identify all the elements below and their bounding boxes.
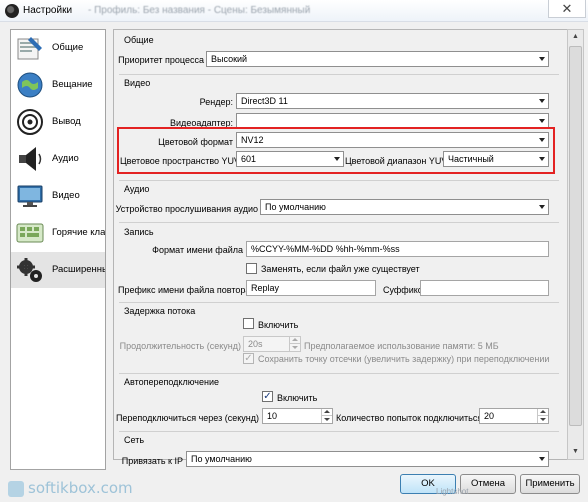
suffix-input[interactable]	[420, 280, 549, 296]
stream-delay-section-divider	[119, 302, 559, 303]
recording-section-title: Запись	[124, 227, 154, 237]
max-retries-label: Количество попыток подключиться	[336, 413, 483, 423]
process-priority-label: Приоритет процесса	[118, 55, 204, 65]
bind-ip-value: По умолчанию	[191, 454, 252, 464]
chevron-down-icon	[539, 57, 545, 61]
filename-format-input[interactable]: %CCYY-%MM-%DD %hh-%mm-%ss	[246, 241, 549, 257]
chevron-down-icon	[539, 457, 545, 461]
audio-monitoring-select[interactable]: По умолчанию	[260, 199, 549, 215]
renderer-label: Рендер:	[199, 97, 233, 107]
max-retries-value: 20	[484, 411, 495, 421]
monitor-icon	[17, 185, 43, 207]
stream-delay-enable-label: Включить	[258, 320, 299, 330]
bind-ip-select[interactable]: По умолчанию	[186, 451, 549, 467]
scrollbar-thumb[interactable]	[569, 46, 582, 426]
process-priority-select[interactable]: Высокий	[206, 51, 549, 67]
overwrite-label: Заменять, если файл уже существует	[261, 264, 420, 274]
audio-monitoring-label: Устройство прослушивания аудио	[115, 204, 258, 214]
softikbox-logo-icon	[8, 481, 24, 497]
lightshot-watermark: Lightshot	[436, 487, 469, 496]
retry-delay-value: 10	[267, 411, 278, 421]
sidebar-item-output[interactable]: Вывод	[11, 104, 105, 140]
reconnect-enable-checkbox[interactable]: ✓	[262, 391, 273, 402]
sidebar-item-video[interactable]: Видео	[11, 178, 105, 214]
preserve-cutoff-checkbox[interactable]: ✓	[243, 353, 254, 364]
general-settings-icon	[17, 37, 42, 60]
sidebar-item-label: Расширенны	[52, 264, 106, 275]
checkmark-icon: ✓	[263, 391, 272, 402]
sidebar-item-label: Аудио	[52, 153, 79, 164]
spin-up-icon[interactable]	[321, 409, 332, 416]
video-section-divider	[119, 74, 559, 75]
bind-ip-label: Привязать к IP	[121, 456, 183, 466]
stream-delay-duration-value: 20s	[248, 339, 263, 349]
chevron-down-icon	[539, 119, 545, 123]
retry-delay-label: Переподключиться через (секунд)	[115, 413, 259, 423]
renderer-value: Direct3D 11	[241, 96, 288, 106]
stream-delay-duration-label: Продолжительность (секунд)	[119, 341, 241, 351]
audio-section-title: Аудио	[124, 184, 150, 194]
chevron-down-icon	[539, 205, 545, 209]
audio-section-divider	[119, 180, 559, 181]
sidebar-item-audio[interactable]: Аудио	[11, 141, 105, 177]
replay-prefix-label: Префикс имени файла повтора	[118, 285, 251, 295]
close-button[interactable]: ✕	[548, 0, 586, 18]
sidebar-item-advanced[interactable]: Расширенны	[11, 252, 106, 288]
stream-delay-section-title: Задержка потока	[124, 306, 196, 316]
max-retries-spinbox[interactable]: 20	[479, 408, 549, 424]
sidebar-item-label: Горячие клав	[52, 227, 106, 238]
scroll-up-icon[interactable]: ▲	[567, 29, 584, 45]
settings-sidebar: Общие Вещание Вывод Аудио Видео Горячие …	[10, 29, 106, 470]
renderer-select[interactable]: Direct3D 11	[236, 93, 549, 109]
general-section-title: Общие	[124, 35, 154, 45]
sidebar-item-label: Видео	[52, 190, 80, 201]
video-section-title: Видео	[124, 78, 151, 88]
spin-down-icon[interactable]	[289, 344, 300, 351]
audio-monitoring-value: По умолчанию	[265, 202, 326, 212]
softikbox-watermark: softikbox.com	[28, 479, 133, 497]
spin-up-icon[interactable]	[289, 337, 300, 344]
sidebar-item-hotkeys[interactable]: Горячие клав	[11, 215, 106, 251]
red-highlight-frame	[117, 127, 555, 174]
replay-prefix-input[interactable]: Replay	[246, 280, 376, 296]
overwrite-checkbox[interactable]	[246, 263, 257, 274]
stream-delay-memory-estimate: Предполагаемое использование памяти: 5 М…	[304, 341, 499, 351]
recording-section-divider	[119, 222, 559, 223]
sidebar-item-broadcast[interactable]: Вещание	[11, 67, 105, 103]
apply-button[interactable]: Применить	[520, 474, 580, 494]
reconnect-enable-label: Включить	[277, 393, 318, 403]
reconnect-section-divider	[119, 373, 559, 374]
gears-icon	[17, 258, 42, 282]
spin-down-icon[interactable]	[321, 416, 332, 423]
suffix-label: Суффикс	[383, 285, 423, 295]
app-icon	[5, 4, 19, 18]
stream-delay-enable-checkbox[interactable]	[243, 318, 254, 329]
spin-down-icon[interactable]	[537, 416, 548, 423]
retry-delay-spinbox[interactable]: 10	[262, 408, 333, 424]
window-title: Настройки	[23, 5, 73, 16]
stream-delay-duration-spinbox[interactable]: 20s	[243, 336, 301, 352]
window-title-rest: - Профиль: Без названия - Сцены: Безымян…	[88, 5, 311, 16]
reconnect-section-title: Автопереподключение	[124, 377, 219, 387]
checkmark-icon: ✓	[244, 353, 253, 364]
broadcast-globe-icon	[17, 72, 43, 98]
sidebar-item-label: Общие	[52, 42, 84, 53]
chevron-down-icon	[539, 99, 545, 103]
scroll-down-icon[interactable]: ▼	[567, 444, 584, 460]
speaker-icon	[19, 147, 42, 171]
sidebar-item-label: Вещание	[52, 79, 93, 90]
output-signal-icon	[17, 109, 43, 135]
network-section-divider	[119, 431, 559, 432]
network-section-title: Сеть	[124, 435, 145, 445]
sidebar-item-label: Вывод	[52, 116, 81, 127]
sidebar-item-general[interactable]: Общие	[11, 30, 105, 66]
filename-format-label: Формат имени файла	[152, 245, 243, 255]
process-priority-value: Высокий	[211, 54, 248, 64]
keyboard-icon	[16, 223, 44, 243]
spin-up-icon[interactable]	[537, 409, 548, 416]
preserve-cutoff-label: Сохранить точку отсечки (увеличить задер…	[258, 354, 550, 364]
